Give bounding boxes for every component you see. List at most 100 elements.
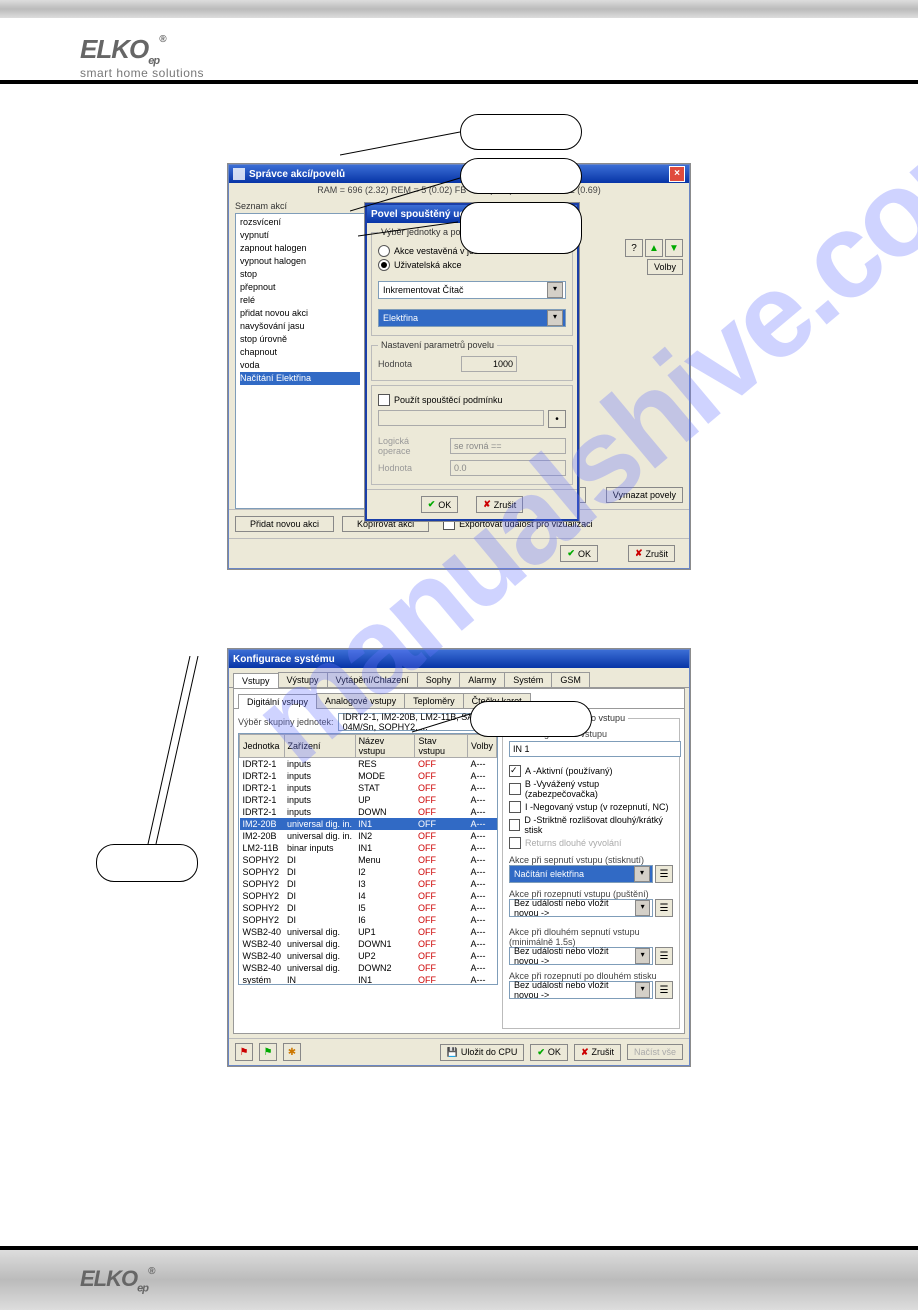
- check-D[interactable]: D -Striktně rozlišovat dlouhý/krátký sti…: [509, 815, 673, 835]
- tab-syst-m[interactable]: Systém: [504, 672, 552, 687]
- table-row[interactable]: SOPHY2DII6OFFA---: [240, 914, 497, 926]
- nacist-button[interactable]: Načíst vše: [627, 1044, 683, 1060]
- table-row[interactable]: WSB2-40universal dig.DOWN2OFFA---: [240, 962, 497, 974]
- tab-gsm[interactable]: GSM: [551, 672, 590, 687]
- table-row[interactable]: systémININ1OFFA---: [240, 974, 497, 985]
- combo-counter[interactable]: Elektřina▾: [378, 309, 566, 327]
- action-list-item[interactable]: vypnout halogen: [240, 255, 360, 268]
- chevron-down-icon[interactable]: ▾: [635, 948, 650, 964]
- table-row[interactable]: WSB2-40universal dig.UP2OFFA---: [240, 950, 497, 962]
- table-row[interactable]: IM2-20Buniversal dig. in.IN1OFFA---: [240, 818, 497, 830]
- inputs-table[interactable]: JednotkaZařízeníNázev vstupuStav vstupuV…: [239, 734, 497, 985]
- titlebar-system-config[interactable]: Konfigurace systému: [229, 650, 689, 668]
- up-icon[interactable]: ▲: [645, 239, 663, 257]
- table-row[interactable]: LM2-11Bbinar inputsIN1OFFA---: [240, 842, 497, 854]
- radio-user-action[interactable]: Uživatelská akce: [378, 259, 566, 271]
- cancel-button[interactable]: ✘Zrušit: [476, 496, 523, 513]
- check-A[interactable]: A -Aktivní (používaný): [509, 765, 673, 777]
- check-use-condition[interactable]: Použít spouštěcí podmínku: [378, 394, 566, 406]
- check-B[interactable]: B -Vyvážený vstup (zabezpečovačka): [509, 779, 673, 799]
- table-row[interactable]: IDRT2-1inputsSTATOFFA---: [240, 782, 497, 794]
- flag-red-icon[interactable]: ⚑: [235, 1043, 253, 1061]
- action-list-item[interactable]: přidat novou akci: [240, 307, 360, 320]
- table-row[interactable]: IM2-20Buniversal dig. in.IN2OFFA---: [240, 830, 497, 842]
- col-header[interactable]: Stav vstupu: [415, 735, 468, 758]
- col-header[interactable]: Název vstupu: [355, 735, 415, 758]
- col-header[interactable]: Jednotka: [240, 735, 285, 758]
- action-list[interactable]: rozsvícenívypnutízapnout halogenvypnout …: [235, 213, 365, 509]
- action-list-item[interactable]: voda: [240, 359, 360, 372]
- vymazat-povely-button[interactable]: Vymazat povely: [606, 487, 683, 503]
- table-row[interactable]: SOPHY2DII3OFFA---: [240, 878, 497, 890]
- action-list-item[interactable]: zapnout halogen: [240, 242, 360, 255]
- table-row[interactable]: IDRT2-1inputsMODEOFFA---: [240, 770, 497, 782]
- chevron-down-icon[interactable]: ▾: [547, 282, 563, 298]
- chevron-down-icon[interactable]: ▾: [635, 900, 650, 916]
- down-icon[interactable]: ▼: [665, 239, 683, 257]
- combo-akce4[interactable]: Bez události nebo vložit novou ->▾: [509, 981, 653, 999]
- table-row[interactable]: WSB2-40universal dig.UP1OFFA---: [240, 926, 497, 938]
- action-list-item[interactable]: rozsvícení: [240, 216, 360, 229]
- check-I[interactable]: I -Negovaný vstup (v rozepnutí, NC): [509, 801, 673, 813]
- action-list-item[interactable]: vypnutí: [240, 229, 360, 242]
- action-list-item[interactable]: stop úrovně: [240, 333, 360, 346]
- volby-button[interactable]: Volby: [647, 259, 683, 275]
- save-cpu-button[interactable]: 💾Uložit do CPU: [440, 1044, 525, 1061]
- chevron-down-icon[interactable]: ▾: [635, 982, 650, 998]
- tab-teplom-ry[interactable]: Teploměry: [404, 693, 464, 708]
- callout-3: [460, 202, 582, 254]
- wizard-icon[interactable]: ☰: [655, 947, 673, 965]
- action-list-item[interactable]: stop: [240, 268, 360, 281]
- flag-green-icon[interactable]: ⚑: [259, 1043, 277, 1061]
- hodnota-label: Hodnota: [378, 359, 412, 369]
- tab-vstupy[interactable]: Vstupy: [233, 673, 279, 688]
- wizard-icon[interactable]: ☰: [655, 899, 673, 917]
- combo-command[interactable]: Inkrementovat Čítač▾: [378, 281, 566, 299]
- action-list-item[interactable]: chapnout: [240, 346, 360, 359]
- table-row[interactable]: SOPHY2DIMenuOFFA---: [240, 854, 497, 866]
- akce3-value: Bez události nebo vložit novou ->: [514, 946, 635, 966]
- help-icon[interactable]: ?: [625, 239, 643, 257]
- combo-akce2[interactable]: Bez události nebo vložit novou ->▾: [509, 899, 653, 917]
- cell: IM2-20B: [240, 830, 285, 842]
- name-input[interactable]: IN 1: [509, 741, 681, 757]
- close-icon[interactable]: ×: [669, 166, 685, 182]
- chevron-down-icon[interactable]: ▾: [634, 866, 650, 882]
- tab-alarmy[interactable]: Alarmy: [459, 672, 505, 687]
- tab-sophy[interactable]: Sophy: [417, 672, 461, 687]
- cancel-button[interactable]: ✘Zrušit: [628, 545, 675, 562]
- action-list-item[interactable]: Načítání Elektřina: [240, 372, 360, 385]
- col-header[interactable]: Zařízení: [284, 735, 355, 758]
- col-header[interactable]: Volby: [467, 735, 496, 758]
- tab-v-stupy[interactable]: Výstupy: [278, 672, 328, 687]
- hodnota-input[interactable]: 1000: [461, 356, 517, 372]
- add-action-button[interactable]: Přidat novou akci: [235, 516, 334, 532]
- ok-button[interactable]: ✔OK: [530, 1044, 568, 1061]
- tab-analogov-vstupy[interactable]: Analogové vstupy: [316, 693, 405, 708]
- wizard-icon[interactable]: ☰: [655, 865, 673, 883]
- combo-akce1[interactable]: Načítání elektřina▾: [509, 865, 653, 883]
- action-list-item[interactable]: přepnout: [240, 281, 360, 294]
- cancel-button[interactable]: ✘Zrušit: [574, 1044, 621, 1061]
- condition-pick-button[interactable]: •: [548, 410, 566, 428]
- table-row[interactable]: IDRT2-1inputsUPOFFA---: [240, 794, 497, 806]
- action-list-item[interactable]: navyšování jasu: [240, 320, 360, 333]
- table-row[interactable]: IDRT2-1inputsDOWNOFFA---: [240, 806, 497, 818]
- add-label: Přidat novou akci: [250, 519, 319, 529]
- table-row[interactable]: SOPHY2DII2OFFA---: [240, 866, 497, 878]
- action-list-item[interactable]: relé: [240, 294, 360, 307]
- chevron-down-icon[interactable]: ▾: [547, 310, 563, 326]
- find-icon[interactable]: ✱: [283, 1043, 301, 1061]
- titlebar-action-manager[interactable]: Správce akcí/povelů ×: [229, 165, 689, 183]
- table-row[interactable]: IDRT2-1inputsRESOFFA---: [240, 758, 497, 771]
- table-row[interactable]: WSB2-40universal dig.DOWN1OFFA---: [240, 938, 497, 950]
- tab-vyt-p-n-chlazen-[interactable]: Vytápění/Chlazení: [327, 672, 418, 687]
- ok-button[interactable]: ✔OK: [560, 545, 598, 562]
- ok-button[interactable]: ✔OK: [421, 496, 459, 513]
- table-row[interactable]: SOPHY2DII5OFFA---: [240, 902, 497, 914]
- combo-akce3[interactable]: Bez události nebo vložit novou ->▾: [509, 947, 653, 965]
- group-input-settings: Nastavení digitálního vstupu Název digit…: [502, 713, 680, 1029]
- table-row[interactable]: SOPHY2DII4OFFA---: [240, 890, 497, 902]
- wizard-icon[interactable]: ☰: [655, 981, 673, 999]
- tab-digit-ln-vstupy[interactable]: Digitální vstupy: [238, 694, 317, 709]
